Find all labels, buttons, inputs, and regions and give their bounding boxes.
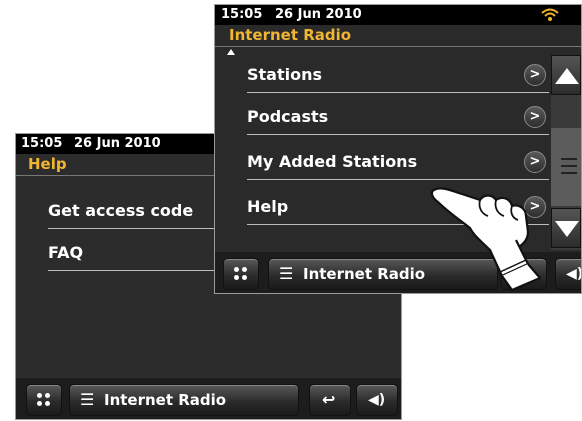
- menu-dots-icon: [234, 267, 248, 281]
- divider: [247, 92, 549, 93]
- page-title: Internet Radio: [215, 25, 581, 47]
- status-time: 15:05: [221, 7, 263, 22]
- menu-item-label: Stations: [247, 65, 323, 84]
- chevron-right-icon[interactable]: >: [524, 64, 546, 86]
- menu-item-label: Get access code: [48, 201, 194, 220]
- status-bar: 15:05 26 Jun 2010: [215, 5, 581, 25]
- menu-item-my-added-stations[interactable]: My Added Stations >: [247, 142, 549, 182]
- status-date: 26 Jun 2010: [275, 7, 362, 22]
- back-button[interactable]: ↩: [309, 384, 351, 416]
- menu-item-faq[interactable]: FAQ: [48, 233, 218, 273]
- menu-dots-icon: [37, 393, 51, 407]
- menu-item-label: Help: [247, 197, 289, 216]
- scroll-thumb[interactable]: [551, 128, 581, 206]
- source-label: Internet Radio: [104, 391, 227, 409]
- menu-item-label: Podcasts: [247, 107, 329, 126]
- wifi-icon: [541, 8, 559, 21]
- menu-item-stations[interactable]: Stations >: [247, 55, 549, 95]
- menu-item-podcasts[interactable]: Podcasts >: [247, 97, 549, 137]
- source-label: Internet Radio: [303, 265, 426, 283]
- scroll-up-button[interactable]: [551, 55, 581, 95]
- status-date: 26 Jun 2010: [74, 136, 161, 151]
- chevron-up-icon: [555, 68, 579, 84]
- back-icon: ↩: [322, 390, 336, 409]
- divider: [247, 134, 549, 135]
- chevron-down-icon: [555, 221, 579, 237]
- volume-button[interactable]: ◀︎): [356, 384, 398, 416]
- menu-button[interactable]: [26, 384, 62, 416]
- volume-icon: ◀︎): [368, 392, 386, 408]
- menu-button[interactable]: [223, 258, 259, 290]
- list-icon: ☰: [279, 264, 294, 283]
- chevron-right-icon[interactable]: >: [524, 106, 546, 128]
- pointing-hand-icon: [430, 187, 542, 292]
- bottom-bar: ☰ Internet Radio ↩ ◀︎): [16, 378, 401, 419]
- scroll-down-button[interactable]: [551, 208, 581, 248]
- status-time: 15:05: [21, 136, 63, 151]
- volume-icon: ◀︎): [566, 266, 582, 282]
- divider: [48, 228, 218, 229]
- scroll-top-indicator-icon: [227, 49, 235, 55]
- divider: [48, 270, 218, 271]
- menu-item-get-access-code[interactable]: Get access code: [48, 191, 218, 231]
- menu-item-label: My Added Stations: [247, 152, 418, 171]
- menu-item-label: FAQ: [48, 243, 84, 262]
- list-icon: ☰: [80, 390, 95, 409]
- volume-button[interactable]: ◀︎): [555, 258, 582, 290]
- chevron-right-icon[interactable]: >: [524, 151, 546, 173]
- source-button[interactable]: ☰ Internet Radio: [69, 384, 299, 416]
